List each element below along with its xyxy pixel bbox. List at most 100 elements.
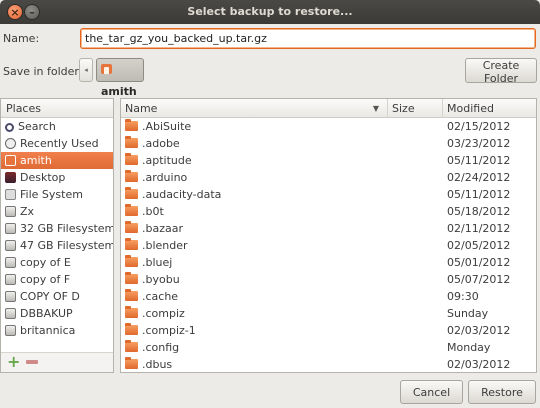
- home-folder-icon: [5, 155, 16, 166]
- places-item-label: File System: [20, 188, 83, 201]
- file-name: .blender: [142, 239, 188, 252]
- file-row[interactable]: .dbus 02/03/2012: [121, 356, 536, 372]
- cancel-button[interactable]: Cancel: [400, 380, 463, 404]
- file-row[interactable]: .compiz-1 02/03/2012: [121, 322, 536, 339]
- drive-icon: [5, 240, 16, 251]
- places-header[interactable]: Places: [1, 99, 113, 118]
- file-name-cell: .compiz-1: [125, 322, 196, 339]
- places-item[interactable]: COPY OF D: [1, 288, 113, 305]
- file-list-header: Name ▼ Size Modified: [121, 99, 536, 118]
- file-name-cell: .blender: [125, 237, 188, 254]
- file-name-cell: .compiz: [125, 305, 185, 322]
- file-name-cell: .adobe: [125, 135, 180, 152]
- places-item-label: 47 GB Filesystem: [20, 239, 114, 252]
- file-rows: .AbiSuite 02/15/2012 .adobe 03/23/2012 .apti…: [121, 118, 536, 372]
- places-item[interactable]: DBBAKUP: [1, 305, 113, 322]
- places-item[interactable]: Search: [1, 118, 113, 135]
- file-modified-cell: 05/01/2012: [447, 256, 511, 269]
- file-modified-cell: 03/23/2012: [447, 137, 511, 150]
- title-bar: × – Select backup to restore...: [0, 0, 540, 24]
- file-name-cell: .dbus: [125, 356, 173, 372]
- places-sidebar: Places Search Recently Used amith Desktop Fi…: [0, 98, 114, 373]
- places-item[interactable]: Zx: [1, 203, 113, 220]
- places-toolbar: +: [1, 352, 113, 372]
- file-list: Name ▼ Size Modified .AbiSuite 02/15/2012…: [120, 98, 537, 373]
- file-row[interactable]: .adobe 03/23/2012: [121, 135, 536, 152]
- drive-icon: [5, 308, 16, 319]
- drive-icon: [5, 274, 16, 285]
- file-row[interactable]: .AbiSuite 02/15/2012: [121, 118, 536, 135]
- folder-icon: [125, 221, 138, 233]
- file-row[interactable]: .config Monday: [121, 339, 536, 356]
- places-item[interactable]: copy of F: [1, 271, 113, 288]
- path-bar-folder-label: amith: [101, 85, 137, 98]
- file-row[interactable]: .b0t 05/18/2012: [121, 203, 536, 220]
- file-name-cell: .AbiSuite: [125, 118, 191, 135]
- home-folder-icon: [101, 64, 112, 74]
- places-item[interactable]: britannica: [1, 322, 113, 339]
- places-item[interactable]: 47 GB Filesystem: [1, 237, 113, 254]
- name-label: Name:: [3, 32, 40, 45]
- folder-icon: [125, 136, 138, 148]
- file-modified-cell: Monday: [447, 341, 491, 354]
- filename-input[interactable]: [80, 28, 536, 49]
- add-bookmark-button[interactable]: +: [7, 352, 21, 371]
- places-item[interactable]: 32 GB Filesystem: [1, 220, 113, 237]
- places-item-label: Desktop: [20, 171, 66, 184]
- file-row[interactable]: .bazaar 02/11/2012: [121, 220, 536, 237]
- drive-icon: [5, 257, 16, 268]
- folder-icon: [125, 238, 138, 250]
- folder-icon: [125, 272, 138, 284]
- file-name: .byobu: [142, 273, 180, 286]
- column-header-modified[interactable]: Modified: [443, 99, 536, 118]
- places-item[interactable]: amith: [1, 152, 113, 169]
- places-item-label: DBBAKUP: [20, 307, 73, 320]
- file-name: .audacity-data: [142, 188, 222, 201]
- file-modified-cell: 05/07/2012: [447, 273, 511, 286]
- folder-icon: [125, 306, 138, 318]
- places-item-label: copy of E: [20, 256, 71, 269]
- create-folder-button[interactable]: Create Folder: [465, 58, 537, 85]
- file-name: .config: [142, 341, 180, 354]
- places-item-label: Zx: [20, 205, 35, 218]
- places-item[interactable]: copy of E: [1, 254, 113, 271]
- places-item[interactable]: File System: [1, 186, 113, 203]
- column-header-name-label: Name: [125, 102, 158, 115]
- folder-icon: [125, 119, 138, 131]
- recent-icon: [5, 138, 16, 149]
- remove-bookmark-button[interactable]: [25, 356, 39, 368]
- path-bar-folder-button[interactable]: amith: [96, 58, 144, 98]
- file-name: .compiz-1: [142, 324, 196, 337]
- places-item-label: Recently Used: [20, 137, 99, 150]
- file-row[interactable]: .cache 09:30: [121, 288, 536, 305]
- file-name: .dbus: [142, 358, 173, 371]
- file-row[interactable]: .bluej 05/01/2012: [121, 254, 536, 271]
- file-row[interactable]: .audacity-data 05/11/2012: [121, 186, 536, 203]
- file-modified-cell: 05/18/2012: [447, 205, 511, 218]
- column-header-size[interactable]: Size: [388, 99, 443, 118]
- drive-icon: [5, 325, 16, 336]
- file-modified-cell: 02/15/2012: [447, 120, 511, 133]
- file-row[interactable]: .aptitude 05/11/2012: [121, 152, 536, 169]
- file-row[interactable]: .byobu 05/07/2012: [121, 271, 536, 288]
- plus-icon: +: [7, 352, 21, 371]
- file-name-cell: .bazaar: [125, 220, 183, 237]
- folder-icon: [125, 204, 138, 216]
- folder-icon: [125, 153, 138, 165]
- folder-icon: [125, 170, 138, 182]
- restore-button[interactable]: Restore: [468, 380, 536, 404]
- drive-icon: [5, 223, 16, 234]
- path-bar-scroll-left-button[interactable]: ◂: [79, 58, 93, 82]
- places-item-label: 32 GB Filesystem: [20, 222, 114, 235]
- file-row[interactable]: .arduino 02/24/2012: [121, 169, 536, 186]
- file-row[interactable]: .blender 02/05/2012: [121, 237, 536, 254]
- file-modified-cell: 05/11/2012: [447, 188, 511, 201]
- drive-icon: [5, 291, 16, 302]
- file-modified-cell: 09:30: [447, 290, 479, 303]
- file-name-cell: .byobu: [125, 271, 180, 288]
- column-header-name[interactable]: Name ▼: [121, 99, 388, 118]
- file-row[interactable]: .compiz Sunday: [121, 305, 536, 322]
- places-list: Search Recently Used amith Desktop File Syst…: [1, 118, 113, 339]
- places-item[interactable]: Desktop: [1, 169, 113, 186]
- places-item[interactable]: Recently Used: [1, 135, 113, 152]
